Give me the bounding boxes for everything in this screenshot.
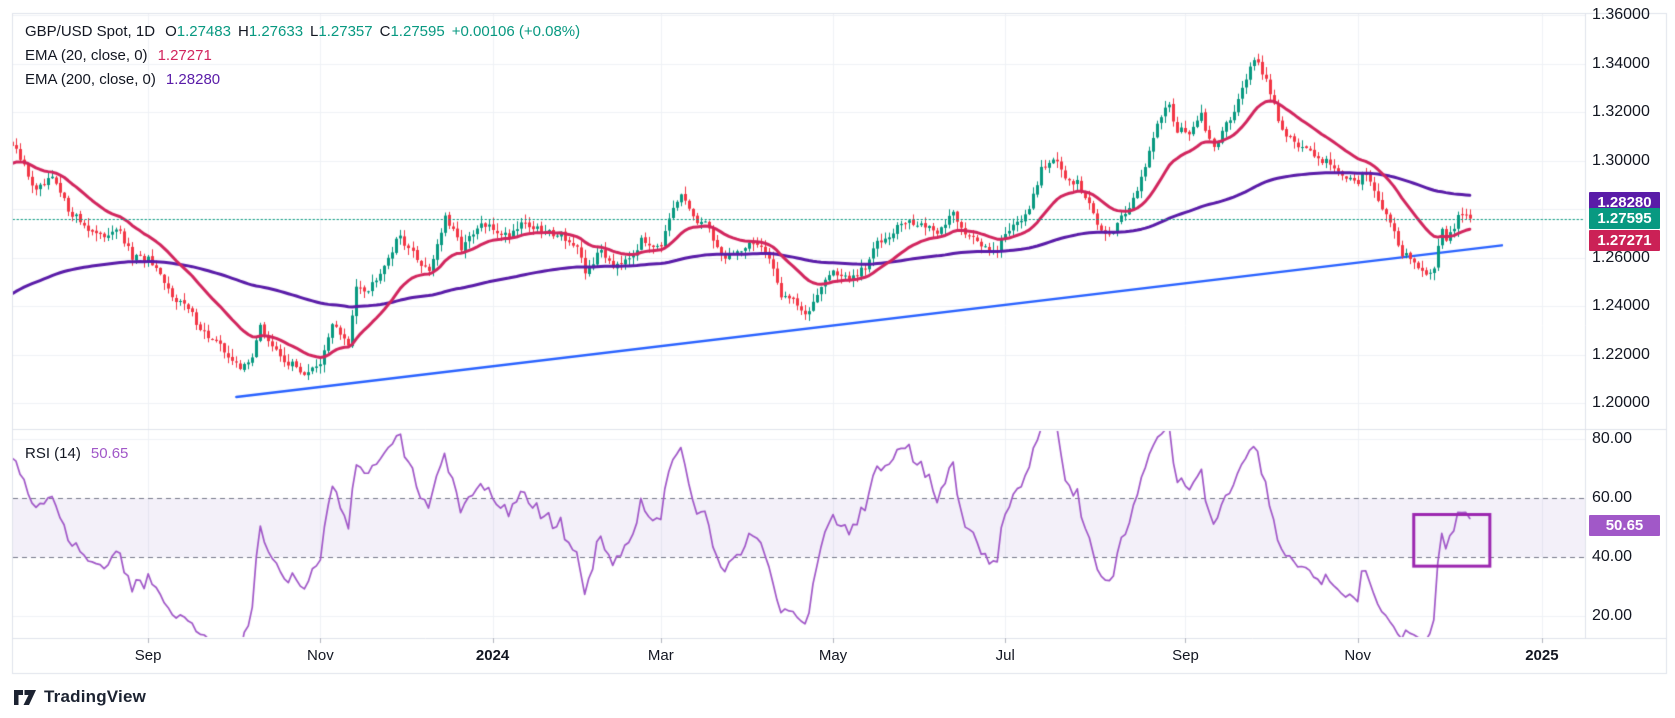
price-axis-label: 1.24000 — [1592, 296, 1650, 316]
ohlc-low-prefix: L — [310, 23, 318, 40]
ema200-value: 1.28280 — [166, 71, 220, 88]
ema20-price-badge: 1.27271 — [1589, 230, 1660, 251]
tradingview-watermark-text: TradingView — [44, 687, 146, 707]
price-axis-label: 1.36000 — [1592, 5, 1650, 25]
rsi-value-badge: 50.65 — [1589, 515, 1660, 536]
time-axis-label: Sep — [135, 647, 162, 664]
rsi-axis-label: 80.00 — [1592, 429, 1632, 449]
rsi-label: RSI (14) — [25, 445, 81, 462]
ema20-label: EMA (20, close, 0) — [25, 47, 148, 64]
rsi-axis-label: 60.00 — [1592, 488, 1632, 508]
ohlc-open-value: 1.27483 — [177, 23, 231, 40]
ema20-value: 1.27271 — [158, 47, 212, 64]
ohlc-open-prefix: O — [165, 23, 177, 40]
time-axis-label: 2024 — [476, 647, 509, 664]
ohlc-low-value: 1.27357 — [318, 23, 372, 40]
rsi-axis-label: 40.00 — [1592, 547, 1632, 567]
ema200-label: EMA (200, close, 0) — [25, 71, 156, 88]
last-price-badge: 1.27595 — [1589, 208, 1660, 229]
chart-canvas[interactable] — [0, 0, 1675, 718]
rsi-value: 50.65 — [91, 445, 129, 462]
ohlc-high-value: 1.27633 — [249, 23, 303, 40]
ohlc-close-value: 1.27595 — [390, 23, 444, 40]
time-axis-label: Jul — [996, 647, 1015, 664]
time-axis-label: Mar — [648, 647, 674, 664]
price-axis-label: 1.30000 — [1592, 151, 1650, 171]
price-axis-label: 1.32000 — [1592, 102, 1650, 122]
symbol-title: GBP/USD Spot, 1D — [25, 23, 155, 40]
price-axis-label: 1.22000 — [1592, 345, 1650, 365]
rsi-legend-row[interactable]: RSI (14) 50.65 — [25, 441, 128, 465]
time-axis-label: Sep — [1172, 647, 1199, 664]
legend-symbol-row[interactable]: GBP/USD Spot, 1D O1.27483 H1.27633 L1.27… — [25, 19, 580, 43]
ohlc-close-prefix: C — [380, 23, 391, 40]
legend-ema200-row[interactable]: EMA (200, close, 0) 1.28280 — [25, 67, 580, 91]
time-axis-label: May — [819, 647, 847, 664]
tradingview-logo-icon — [14, 689, 37, 706]
time-axis-label: Nov — [1344, 647, 1371, 664]
legend: GBP/USD Spot, 1D O1.27483 H1.27633 L1.27… — [25, 19, 580, 91]
tradingview-chart: GBP/USD Spot, 1D O1.27483 H1.27633 L1.27… — [0, 0, 1675, 718]
tradingview-attribution[interactable]: TradingView — [14, 687, 146, 707]
legend-ema20-row[interactable]: EMA (20, close, 0) 1.27271 — [25, 43, 580, 67]
time-axis-label: Nov — [307, 647, 334, 664]
rsi-axis-label: 20.00 — [1592, 606, 1632, 626]
price-axis-label: 1.20000 — [1592, 393, 1650, 413]
time-axis-label: 2025 — [1525, 647, 1558, 664]
price-axis-label: 1.34000 — [1592, 54, 1650, 74]
ohlc-high-prefix: H — [238, 23, 249, 40]
ohlc-change: +0.00106 (+0.08%) — [452, 23, 580, 40]
